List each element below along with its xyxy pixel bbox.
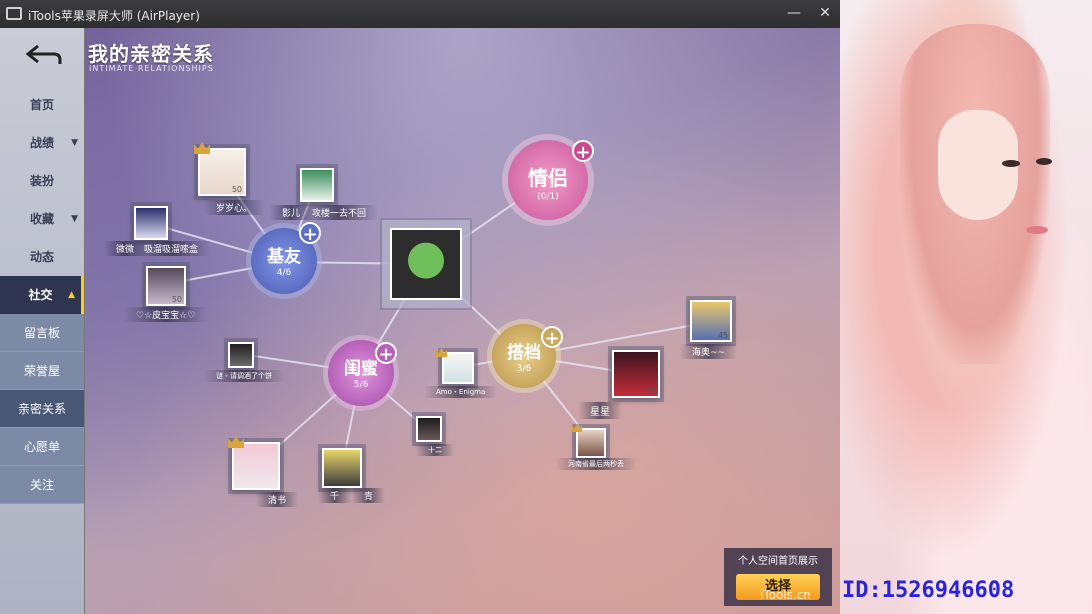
add-bestie-f-button[interactable]: + — [375, 342, 397, 365]
friend-name: 谜・请调酒了个饼 — [204, 370, 284, 382]
lips — [1026, 226, 1048, 234]
airplay-icon — [6, 7, 22, 20]
window-title: iTools苹果录屏大师 (AirPlayer) — [28, 9, 200, 23]
friend-avatar[interactable] — [232, 442, 280, 490]
friend-name: 岁岁心。 — [204, 200, 265, 215]
friend-name: 吸溜吸溜嗦盒 — [132, 241, 211, 256]
add-partner-button[interactable]: + — [541, 326, 563, 349]
self-avatar[interactable] — [390, 228, 462, 300]
sidebar: 首页 战绩 ▼ 装扮 收藏 ▼ 动态 社交 ▲ 留言板 荣誉屋 亲密关系 心愿单 关注 — [0, 28, 85, 614]
close-button[interactable]: ✕ — [813, 2, 837, 24]
friend-avatar[interactable] — [576, 428, 606, 458]
friend-avatar[interactable] — [134, 206, 168, 240]
sidebar-item-messages[interactable]: 留言板 — [0, 314, 84, 352]
friend-avatar[interactable] — [228, 342, 254, 368]
page-subtitle: INTIMATE RELATIONSHIPS — [89, 64, 214, 73]
streamer-camera — [840, 0, 1092, 614]
caret-down-icon: ▼ — [71, 138, 78, 148]
caret-down-icon: ▼ — [71, 214, 78, 224]
page-title: 我的亲密关系 — [88, 42, 214, 66]
sidebar-item-outfit[interactable]: 装扮 — [0, 162, 84, 200]
right-eye — [1036, 158, 1052, 165]
window-titlebar: iTools苹果录屏大师 (AirPlayer) — ✕ — [0, 0, 840, 28]
friend-name: Amo・Enigma — [424, 386, 498, 398]
add-lover-button[interactable]: + — [572, 140, 594, 163]
friend-name: 攻楼一去不回 — [300, 205, 379, 220]
friend-name: 星星 — [578, 402, 622, 419]
game-view: 首页 战绩 ▼ 装扮 收藏 ▼ 动态 社交 ▲ 留言板 荣誉屋 亲密关系 心愿单 关注… — [0, 28, 840, 614]
showcase-label: 个人空间首页展示 — [738, 556, 818, 567]
friend-avatar[interactable]: 50 — [612, 350, 660, 398]
sidebar-item-collection[interactable]: 收藏 ▼ — [0, 200, 84, 238]
sidebar-item-record[interactable]: 战绩 ▼ — [0, 124, 84, 162]
minimize-button[interactable]: — — [782, 2, 806, 24]
friend-name: 河南省最后两秒丢 — [556, 458, 636, 470]
friend-avatar[interactable]: 50 — [198, 148, 246, 196]
left-eye — [1002, 160, 1020, 167]
add-bestie-m-button[interactable]: + — [299, 222, 321, 245]
friend-avatar[interactable] — [416, 416, 442, 442]
sidebar-item-home[interactable]: 首页 — [0, 86, 84, 124]
friend-name: ♡☆皮宝宝☆♡ — [124, 307, 208, 322]
sidebar-item-wishlist[interactable]: 心愿单 — [0, 428, 84, 466]
sidebar-item-honor[interactable]: 荣誉屋 — [0, 352, 84, 390]
sidebar-item-social[interactable]: 社交 ▲ — [0, 276, 84, 314]
friend-avatar[interactable]: 45 — [690, 300, 732, 342]
friend-name: 海奥~~ — [680, 344, 738, 359]
back-arrow-icon[interactable] — [24, 42, 64, 68]
friend-avatar[interactable]: 50 — [146, 266, 186, 306]
friend-name: 十二 — [416, 444, 454, 456]
watermark: iTools.cn — [760, 588, 811, 602]
friend-name: 千 — [318, 488, 352, 503]
friend-avatar[interactable] — [300, 168, 334, 202]
caret-up-icon: ▲ — [68, 290, 75, 300]
friend-name: 清书 — [256, 492, 299, 507]
sidebar-item-feed[interactable]: 动态 — [0, 238, 84, 276]
friend-name: 青 — [352, 488, 386, 503]
friend-avatar[interactable] — [322, 448, 362, 488]
sidebar-item-intimate[interactable]: 亲密关系 — [0, 390, 84, 428]
streamer-id: ID:1526946608 — [842, 578, 1015, 603]
sidebar-item-follow[interactable]: 关注 — [0, 466, 84, 504]
